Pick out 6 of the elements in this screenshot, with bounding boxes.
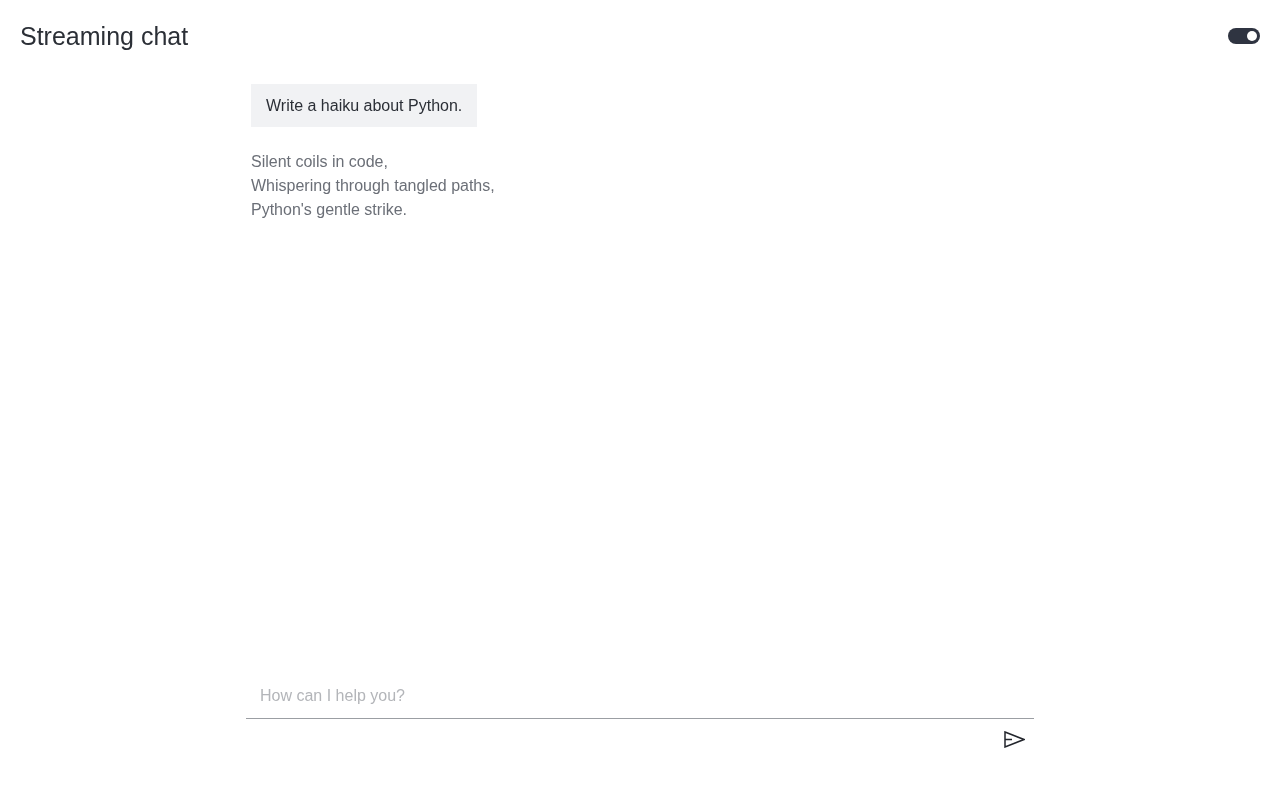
assistant-message: Silent coils in code, Whispering through tangled paths, Python's gentle strike. xyxy=(251,152,495,220)
user-message: Write a haiku about Python. xyxy=(251,84,478,127)
toggle-switch[interactable] xyxy=(1228,28,1260,44)
send-icon xyxy=(1004,731,1025,748)
app-title: Streaming chat xyxy=(20,21,189,52)
message-input[interactable]: How can I help you? xyxy=(246,674,1034,719)
